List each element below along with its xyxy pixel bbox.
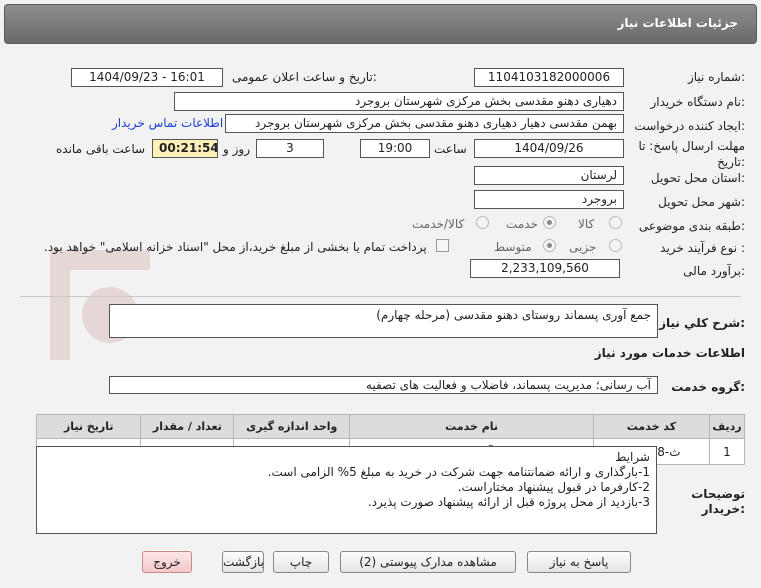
reply-button[interactable]: پاسخ به نیاز xyxy=(527,551,631,573)
category-radio-goods-service[interactable] xyxy=(476,216,489,229)
treasury-payment-checkbox[interactable] xyxy=(436,239,449,252)
estimate-field: 2,233,109,560 xyxy=(470,259,620,278)
view-attachments-button[interactable]: مشاهده مدارک پیوستی (2) xyxy=(340,551,516,573)
cell-row-number: 1 xyxy=(708,438,746,465)
days-field: 3 xyxy=(256,139,324,158)
services-section-title: اطلاعات خدمات مورد نیاز xyxy=(594,346,745,360)
city-field: بروجرد xyxy=(474,190,624,209)
process-radio-medium[interactable] xyxy=(543,239,556,252)
announce-date-field: 1404/09/23 - 16:01 xyxy=(71,68,223,87)
process-radio-minor[interactable] xyxy=(609,239,622,252)
divider xyxy=(20,296,741,297)
col-service-name: نام خدمت xyxy=(349,414,594,439)
notes-line: 1-بارگذاری و ارائه ضمانتنامه جهت شرکت در… xyxy=(267,465,650,479)
process-option-medium: متوسط xyxy=(494,240,532,254)
col-need-date: تاریخ نیاز xyxy=(35,414,142,439)
deadline-date-field: 1404/09/26 xyxy=(474,139,624,158)
days-label: روز و xyxy=(223,142,250,156)
back-button[interactable]: بازگشت xyxy=(222,551,264,573)
category-radio-goods[interactable] xyxy=(609,216,622,229)
creator-label: ایجاد کننده درخواست: xyxy=(634,119,745,133)
city-label: شهر محل تحویل: xyxy=(658,195,745,209)
title-bar: جزئیات اطلاعات نیاز xyxy=(4,4,757,44)
buyer-notes-textarea: شرایط 1-بارگذاری و ارائه ضمانتنامه جهت ش… xyxy=(36,446,657,534)
process-option-minor: جزیی xyxy=(569,240,597,254)
treasury-payment-text: پرداخت تمام یا بخشی از مبلغ خرید،از محل … xyxy=(44,240,427,254)
time-label: ساعت xyxy=(434,142,467,156)
summary-textarea: جمع آوری پسماند روستای دهنو مقدسی (مرحله… xyxy=(109,304,658,338)
col-quantity: تعداد / مقدار xyxy=(140,414,235,439)
notes-line: 2-کارفرما در قبول پیشنهاد مختاراست. xyxy=(457,480,650,494)
summary-label: شرح کلي نياز: xyxy=(659,316,745,330)
table-header-row: ردیف کد خدمت نام خدمت واحد اندازه گیری ت… xyxy=(35,414,746,439)
remaining-timer: 00:21:54 xyxy=(152,139,218,158)
col-service-code: کد خدمت xyxy=(592,414,710,439)
category-label: طبقه بندی موضوعی: xyxy=(638,219,745,233)
buyer-org-label: نام دستگاه خریدار: xyxy=(650,95,746,109)
col-row-number: ردیف xyxy=(708,414,746,439)
province-field: لرستان xyxy=(474,166,624,185)
estimate-label: برآورد مالی: xyxy=(683,264,745,278)
category-option-goods: کالا xyxy=(578,217,595,231)
deadline-time-field: 19:00 xyxy=(360,139,430,158)
process-label: نوع فرآیند خرید : xyxy=(660,241,745,255)
service-group-label: گروه خدمت: xyxy=(671,380,745,394)
page-frame: جزئیات اطلاعات نیاز شماره نیاز: 11041031… xyxy=(0,0,761,588)
notes-line: 3-بازدید از محل پروژه قبل از ارائه پیشنه… xyxy=(367,495,650,509)
announce-label: تاریخ و ساعت اعلان عمومی: xyxy=(232,70,377,84)
category-radio-service[interactable] xyxy=(543,216,556,229)
buyer-notes-label: توضیحات خریدار: xyxy=(691,487,745,516)
category-option-goods-service: کالا/خدمت xyxy=(412,217,465,231)
buyer-org-field: دهیاری دهنو مقدسی بخش مرکزی شهرستان بروج… xyxy=(174,92,624,111)
buyer-contact-link[interactable]: اطلاعات تماس خریدار xyxy=(112,116,223,130)
need-number-label: شماره نیاز: xyxy=(687,70,745,84)
creator-field: بهمن مقدسی دهیار دهیاری دهنو مقدسی بخش م… xyxy=(225,114,624,133)
deadline-label: مهلت ارسال پاسخ: تا تاریخ: xyxy=(638,139,745,169)
notes-line: شرایط xyxy=(615,450,650,464)
remaining-label: ساعت باقی مانده xyxy=(56,142,146,156)
col-unit: واحد اندازه گیری xyxy=(233,414,351,439)
print-button[interactable]: چاپ xyxy=(273,551,329,573)
province-label: استان محل تحویل: xyxy=(650,171,745,185)
category-option-service: خدمت xyxy=(506,217,538,231)
page-title: جزئیات اطلاعات نیاز xyxy=(617,16,738,30)
need-number-field: 1104103182000006 xyxy=(474,68,624,87)
exit-button[interactable]: خروج xyxy=(142,551,192,573)
service-group-field: آب رسانی؛ مدیریت پسماند، فاضلاب و فعالیت… xyxy=(109,376,658,394)
